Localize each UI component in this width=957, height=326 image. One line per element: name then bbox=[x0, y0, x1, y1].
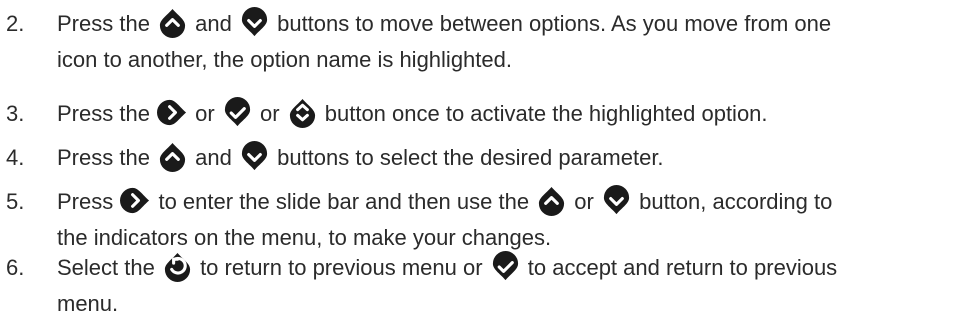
instructions-page: 2. Press the and buttons to move between… bbox=[0, 0, 957, 326]
step-line: Press the and buttons to select the desi… bbox=[57, 140, 947, 176]
step-number: 2. bbox=[6, 11, 25, 36]
right-arrow-icon bbox=[157, 97, 188, 128]
step-line-text: or bbox=[189, 101, 221, 126]
step-line-text: or bbox=[568, 189, 600, 214]
step-line: Press the or or button once to activate … bbox=[57, 96, 947, 132]
step-line-text: the indicators on the menu, to make your… bbox=[57, 225, 552, 250]
up-arrow-icon bbox=[157, 141, 188, 172]
down-arrow-icon bbox=[239, 141, 270, 172]
down-arrow-icon bbox=[601, 185, 632, 216]
step-line-text: to enter the slide bar and then use the bbox=[152, 189, 536, 214]
step-line-text: buttons to move between options. As you … bbox=[270, 11, 832, 36]
step-line-text: Press the bbox=[57, 145, 157, 170]
check-icon bbox=[490, 251, 521, 282]
step-text: Press the or or button once to activate … bbox=[57, 96, 947, 132]
step-line-text: Press bbox=[57, 189, 120, 214]
step-line-text: menu. bbox=[57, 291, 119, 316]
step-line-text: button, according to bbox=[632, 189, 833, 214]
up-arrow-icon bbox=[157, 7, 188, 38]
step-line-text: buttons to select the desired parameter. bbox=[270, 145, 664, 170]
back-icon bbox=[162, 251, 193, 282]
step-number: 3. bbox=[6, 101, 25, 126]
step-line: icon to another, the option name is high… bbox=[57, 42, 947, 78]
step-text: Press to enter the slide bar and then us… bbox=[57, 184, 947, 256]
step-line: Press to enter the slide bar and then us… bbox=[57, 184, 947, 220]
step-number: 4. bbox=[6, 145, 25, 170]
step-line-text: Press the bbox=[57, 101, 157, 126]
step-line-text: Select the bbox=[57, 255, 161, 280]
step-line-text: and bbox=[189, 145, 238, 170]
down-arrow-icon bbox=[239, 7, 270, 38]
step-line-text: Press the bbox=[57, 11, 157, 36]
check-icon bbox=[222, 97, 253, 128]
up-down-arrow-icon bbox=[287, 97, 318, 128]
step-text: Press the and buttons to move between op… bbox=[57, 6, 947, 78]
step-line-text: and bbox=[189, 11, 238, 36]
step-number: 5. bbox=[6, 189, 25, 214]
step-line-text: to accept and return to previous bbox=[521, 255, 838, 280]
step-line: Select the to return to previous menu or… bbox=[57, 250, 947, 286]
step-line-text: or bbox=[253, 101, 286, 126]
step-line-text: icon to another, the option name is high… bbox=[57, 47, 512, 72]
step-line-text: button once to activate the highlighted … bbox=[318, 101, 768, 126]
step-line-text: to return to previous menu or bbox=[193, 255, 489, 280]
right-arrow-icon bbox=[120, 185, 151, 216]
step-text: Select the to return to previous menu or… bbox=[57, 250, 947, 322]
step-text: Press the and buttons to select the desi… bbox=[57, 140, 947, 176]
up-arrow-icon bbox=[536, 185, 567, 216]
step-line: menu. bbox=[57, 286, 947, 322]
step-number: 6. bbox=[6, 255, 25, 280]
step-line: Press the and buttons to move between op… bbox=[57, 6, 947, 42]
